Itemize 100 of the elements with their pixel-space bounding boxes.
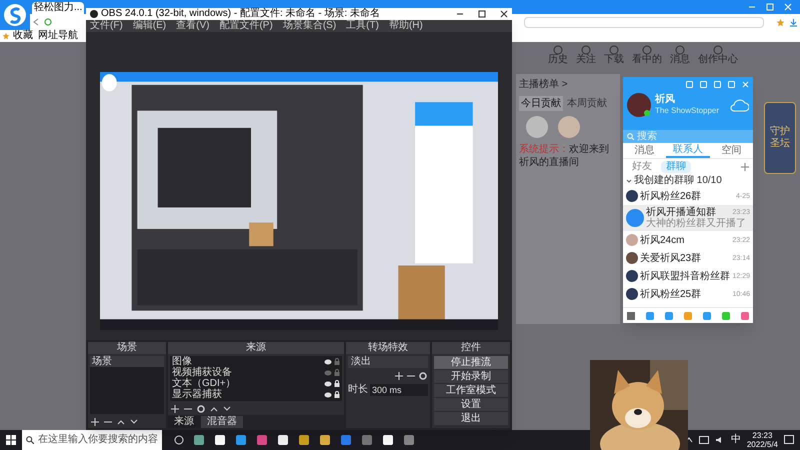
move-up-icon[interactable] (210, 405, 218, 413)
menu-item[interactable]: 工具(T) (346, 21, 379, 31)
app-icon[interactable] (277, 434, 289, 446)
lock-icon[interactable] (334, 391, 340, 398)
group-name: 祈风联盟抖音粉丝群 (640, 270, 730, 282)
windows-start-icon[interactable] (6, 435, 16, 445)
app-icon[interactable] (235, 434, 247, 446)
chevron-icon[interactable] (626, 178, 632, 184)
menu-item[interactable]: 场景集合(S) (282, 21, 336, 31)
app-icon[interactable] (298, 434, 310, 446)
avatar-icon[interactable] (627, 93, 651, 117)
avatar-icon (626, 190, 638, 202)
clock-time[interactable]: 23:23 (752, 431, 772, 440)
avatar-icon (626, 234, 638, 246)
close-icon[interactable] (500, 10, 508, 18)
star-icon (2, 32, 10, 40)
input-method[interactable]: 中 (730, 435, 741, 445)
transition-select[interactable]: 淡出 (348, 356, 428, 368)
control-button[interactable]: 退出 (434, 412, 508, 425)
rank-title[interactable]: 主播榜单 > (519, 79, 568, 90)
source-item[interactable]: 视频捕获设备 (172, 368, 232, 378)
eye-icon[interactable] (324, 358, 332, 364)
eye-icon[interactable] (324, 380, 332, 386)
move-down-icon[interactable] (223, 405, 231, 413)
group-name: 祈风粉丝26群 (640, 190, 702, 202)
scene-item[interactable]: 场景 (90, 356, 164, 367)
window-title: OBS 24.0.1 (32-bit, windows) - 配置文件: 未命名 - 场景: 未命名 (101, 9, 380, 19)
rank-tab[interactable]: 本周贡献 (565, 96, 609, 111)
download-icon[interactable] (789, 18, 798, 26)
control-button[interactable]: 工作室模式 (434, 384, 508, 397)
avatar-icon (525, 115, 549, 139)
source-item[interactable]: 图像 (172, 356, 192, 366)
app-icon[interactable] (382, 434, 394, 446)
back-icon[interactable] (32, 18, 40, 26)
search-icon (26, 436, 34, 444)
menu-item[interactable]: 帮助(H) (388, 21, 423, 31)
source-item[interactable]: 显示器捕获 (172, 390, 222, 400)
app-icon[interactable] (193, 434, 205, 446)
menu-item[interactable]: 配置文件(P) (219, 21, 273, 31)
move-down-icon[interactable] (130, 418, 138, 426)
badge-label: 守护圣坛 (770, 126, 790, 150)
move-up-icon[interactable] (117, 418, 125, 426)
dock-tab[interactable]: 混音器 (201, 416, 243, 428)
duration-label: 时长 (348, 382, 368, 397)
avatar-icon (557, 115, 581, 139)
app-icon (90, 10, 98, 18)
profile-signature: The ShowStopper (655, 107, 720, 115)
task-view-icon[interactable] (174, 435, 184, 445)
panel-header: 转场特效 (346, 342, 430, 354)
profile-name: 祈风 (655, 95, 676, 105)
settings-icon[interactable] (419, 372, 427, 380)
source-item[interactable]: 文本（GDI+） (172, 378, 236, 388)
nav-icon[interactable] (553, 45, 563, 55)
control-button[interactable]: 设置 (434, 398, 508, 411)
group-name: 关爱祈风23群 (640, 252, 702, 264)
notice-text: 系统提示：欢迎来到祈风的直播间 (519, 143, 610, 169)
group-header[interactable]: 我创建的群聊 10/10 (634, 176, 722, 186)
lock-icon[interactable] (334, 380, 340, 387)
browser-logo (3, 3, 27, 27)
app-icon[interactable] (214, 434, 226, 446)
menu-item[interactable]: 编辑(E) (132, 21, 166, 31)
nav-icon[interactable] (609, 45, 619, 55)
filter-tab[interactable]: 好友 (627, 160, 657, 172)
contacts-tab[interactable]: 空间 (710, 143, 753, 158)
panel-header: 场景 (88, 342, 166, 354)
clock-date[interactable]: 2022/5/4 (746, 440, 778, 449)
group-name: 祈风开播通知群 (646, 207, 716, 218)
duration-field[interactable]: 300 ms (370, 384, 428, 396)
address-search-field[interactable] (524, 16, 764, 28)
maximize-icon[interactable] (478, 10, 486, 18)
menu-item[interactable]: 文件(F) (90, 21, 123, 31)
avatar-icon (626, 270, 638, 282)
rank-tab[interactable]: 今日贡献 (519, 96, 563, 111)
weather-icon[interactable] (729, 98, 749, 112)
add-icon[interactable] (171, 405, 179, 413)
avatar-icon (626, 288, 638, 300)
menu-icon[interactable] (627, 312, 635, 320)
contacts-tab[interactable]: 消息 (623, 143, 666, 158)
nav-icon[interactable] (642, 45, 652, 55)
menu-item[interactable]: 查看(V) (176, 21, 210, 31)
eye-icon[interactable] (324, 392, 332, 398)
star-icon[interactable] (776, 18, 785, 26)
browser-tab[interactable]: 轻松图力... (32, 2, 84, 14)
panel-header: 来源 (168, 342, 344, 354)
bookmark-link[interactable]: 收藏 (13, 31, 33, 41)
add-icon[interactable] (395, 372, 403, 380)
nav-icon[interactable] (713, 45, 723, 55)
group-name: 祈风粉丝25群 (640, 288, 702, 300)
taskbar-search-field[interactable]: 在这里输入你要搜索的内容 (22, 430, 162, 450)
notification-icon[interactable] (784, 435, 794, 445)
control-button[interactable]: 开始录制 (434, 370, 508, 383)
nav-icon[interactable] (675, 45, 685, 55)
settings-icon[interactable] (197, 405, 205, 413)
dock-tab[interactable]: 来源 (168, 416, 200, 428)
nav-icon[interactable] (581, 45, 591, 55)
control-button[interactable]: 停止推流 (434, 356, 508, 369)
add-icon[interactable] (91, 418, 99, 426)
bookmark-link[interactable]: 网址导航 (38, 31, 78, 41)
app-icon[interactable] (319, 434, 331, 446)
panel-header: 控件 (432, 342, 510, 354)
